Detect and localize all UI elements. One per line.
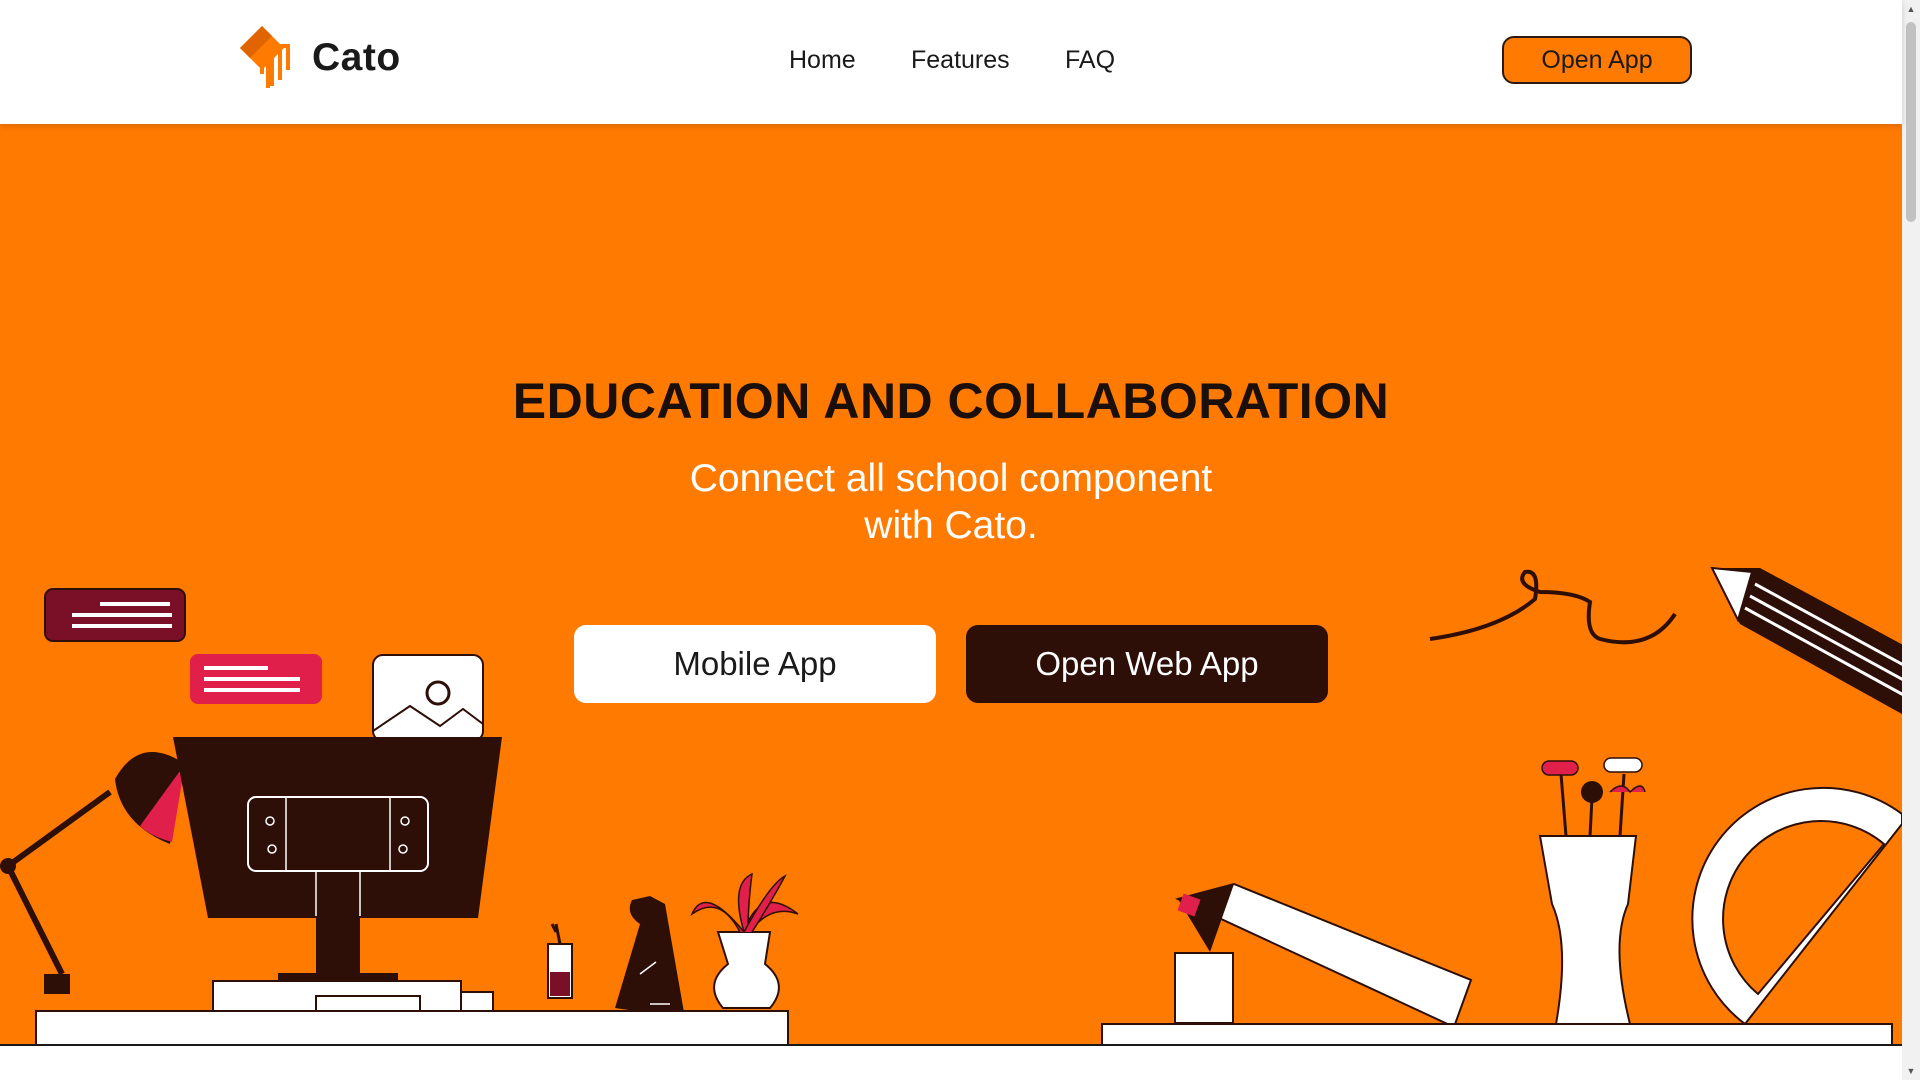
nav-faq[interactable]: FAQ [1065,46,1115,75]
chat-bubble-red-icon [190,654,322,704]
pencil-icon [1710,566,1902,714]
hero-subtitle: Connect all school component with Cato. [651,455,1251,549]
vertical-scrollbar[interactable]: ▲ ▼ [1902,0,1920,1080]
drink-glass-icon [547,923,573,999]
nav-home[interactable]: Home [789,46,856,75]
hero-subtitle-line-1: Connect all school component [689,457,1213,500]
nav-features[interactable]: Features [911,46,1010,75]
chat-bubble-dark-icon [44,588,186,642]
open-app-button[interactable]: Open App [1502,36,1692,84]
page-divider [0,1044,1902,1046]
protractor-icon [1691,786,1902,1026]
chevron-up-icon[interactable]: ▲ [1902,0,1920,18]
image-card-icon [372,654,484,742]
squiggle-decoration [1429,569,1677,645]
desk-lamp-icon [0,752,185,994]
marker-icon [1174,882,1473,1029]
open-web-app-button[interactable]: Open Web App [966,625,1328,703]
left-desk [35,1010,789,1044]
plant-vase-icon [690,872,799,1009]
site-header: Cato Home Features FAQ Open App [0,0,1902,124]
hero-title: EDUCATION AND COLLABORATION [512,373,1390,429]
brand-name[interactable]: Cato [312,36,401,80]
right-desk [1101,1023,1893,1044]
hero-illustration [0,566,1902,1044]
mobile-app-button[interactable]: Mobile App [574,625,936,703]
hero-subtitle-line-2: with Cato. [864,504,1038,547]
flower-vase-icon [1538,757,1646,1025]
hero-section: EDUCATION AND COLLABORATION Connect all … [0,124,1902,1044]
monitor-icon [173,737,502,981]
scrollbar-thumb[interactable] [1906,22,1916,222]
cato-logo-icon[interactable] [238,24,302,90]
chevron-down-icon[interactable]: ▼ [1902,1062,1920,1080]
